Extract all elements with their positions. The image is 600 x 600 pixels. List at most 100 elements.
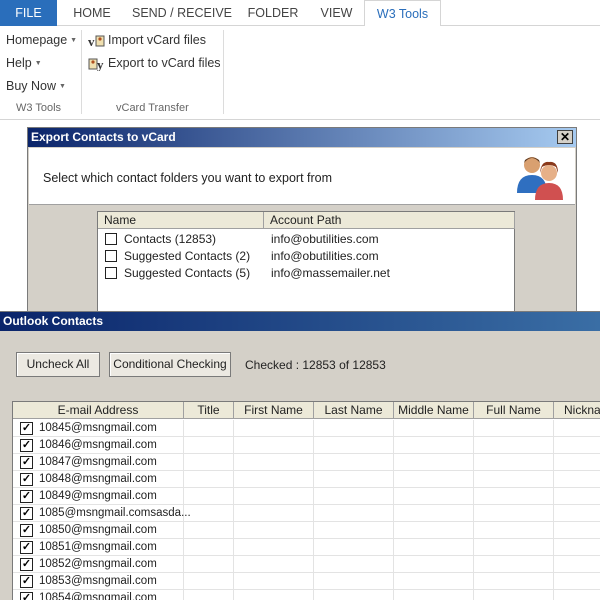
- list-item[interactable]: Suggested Contacts (5) info@massemailer.…: [98, 264, 514, 281]
- row-checkbox[interactable]: ✓: [20, 575, 33, 588]
- tab-send-receive[interactable]: SEND / RECEIVE: [127, 0, 237, 26]
- import-vcard-button[interactable]: v Import vCard files: [88, 33, 206, 49]
- list-item[interactable]: Contacts (12853) info@obutilities.com: [98, 230, 514, 247]
- table-row[interactable]: ✓ 10851@msngmail.com: [13, 539, 600, 556]
- folder-name: Contacts (12853): [124, 232, 217, 246]
- table-cell: [554, 437, 600, 454]
- row-checkbox[interactable]: ✓: [20, 592, 33, 600]
- table-cell: [394, 505, 474, 522]
- contacts-grid: E-mail Address Title First Name Last Nam…: [12, 401, 600, 600]
- column-header-first-name[interactable]: First Name: [234, 402, 314, 419]
- table-cell: [234, 590, 314, 600]
- table-cell: [184, 437, 234, 454]
- vcard-export-icon: y: [88, 57, 105, 72]
- homepage-menu[interactable]: Homepage ▼: [6, 33, 77, 47]
- close-icon[interactable]: ✕: [557, 130, 573, 144]
- column-header-title[interactable]: Title: [184, 402, 234, 419]
- tab-folder[interactable]: FOLDER: [237, 0, 309, 26]
- table-cell: [554, 420, 600, 437]
- table-cell: [554, 539, 600, 556]
- contact-folder-list: Name Account Path Contacts (12853) info@…: [97, 211, 515, 318]
- folder-account: info@obutilities.com: [271, 249, 379, 263]
- table-cell: [474, 420, 554, 437]
- help-menu[interactable]: Help ▼: [6, 56, 42, 70]
- table-cell: [474, 539, 554, 556]
- table-row[interactable]: ✓ 10849@msngmail.com: [13, 488, 600, 505]
- table-cell: [234, 454, 314, 471]
- chevron-down-icon: ▼: [70, 37, 78, 45]
- table-row[interactable]: ✓ 10853@msngmail.com: [13, 573, 600, 590]
- folder-name: Suggested Contacts (2): [124, 249, 251, 263]
- checked-count-status: Checked : 12853 of 12853: [245, 358, 386, 372]
- folder-checkbox[interactable]: [105, 267, 117, 279]
- table-cell: [394, 488, 474, 505]
- export-instruction: Select which contact folders you want to…: [43, 171, 333, 185]
- table-cell: [184, 556, 234, 573]
- row-checkbox[interactable]: ✓: [20, 473, 33, 486]
- column-header-last-name[interactable]: Last Name: [314, 402, 394, 419]
- uncheck-all-button[interactable]: Uncheck All: [16, 352, 100, 377]
- table-cell: [554, 454, 600, 471]
- table-cell: [184, 522, 234, 539]
- table-cell: [314, 454, 394, 471]
- row-checkbox[interactable]: ✓: [20, 541, 33, 554]
- table-row[interactable]: ✓ 10847@msngmail.com: [13, 454, 600, 471]
- group-divider: [223, 30, 224, 114]
- column-header-middle-name[interactable]: Middle Name: [394, 402, 474, 419]
- table-cell: [314, 556, 394, 573]
- table-row[interactable]: ✓ 1085@msngmail.comsasda...: [13, 505, 600, 522]
- vcard-export-icon-text: y: [97, 57, 104, 71]
- column-header-full-name[interactable]: Full Name: [474, 402, 554, 419]
- column-header-account-path[interactable]: Account Path: [264, 212, 515, 229]
- table-cell: [184, 471, 234, 488]
- tab-view[interactable]: VIEW: [309, 0, 364, 26]
- w3-tools-group-label: W3 Tools: [16, 102, 62, 114]
- table-cell: [474, 505, 554, 522]
- table-cell: [234, 539, 314, 556]
- table-row[interactable]: ✓ 10850@msngmail.com: [13, 522, 600, 539]
- table-cell: [474, 522, 554, 539]
- list-item[interactable]: Suggested Contacts (2) info@obutilities.…: [98, 247, 514, 264]
- table-row[interactable]: ✓ 10852@msngmail.com: [13, 556, 600, 573]
- table-cell: [234, 471, 314, 488]
- email-address: 10853@msngmail.com: [39, 575, 157, 587]
- tab-file[interactable]: FILE: [0, 0, 57, 26]
- table-cell: [474, 556, 554, 573]
- table-cell: [394, 522, 474, 539]
- row-checkbox[interactable]: ✓: [20, 524, 33, 537]
- table-row[interactable]: ✓ 10845@msngmail.com: [13, 420, 600, 437]
- table-cell: [234, 556, 314, 573]
- row-checkbox[interactable]: ✓: [20, 439, 33, 452]
- table-cell: [554, 522, 600, 539]
- email-address: 10846@msngmail.com: [39, 439, 157, 451]
- row-checkbox[interactable]: ✓: [20, 490, 33, 503]
- table-cell: [474, 488, 554, 505]
- column-header-name[interactable]: Name: [98, 212, 264, 229]
- table-cell: [234, 437, 314, 454]
- row-checkbox[interactable]: ✓: [20, 456, 33, 469]
- tab-w3-tools[interactable]: W3 Tools: [364, 0, 441, 27]
- row-checkbox[interactable]: ✓: [20, 558, 33, 571]
- export-vcard-button[interactable]: y Export to vCard files: [88, 56, 221, 72]
- table-row[interactable]: ✓ 10854@msngmail.com: [13, 590, 600, 600]
- table-cell: [474, 454, 554, 471]
- table-cell: [234, 505, 314, 522]
- table-row[interactable]: ✓ 10846@msngmail.com: [13, 437, 600, 454]
- column-header-email[interactable]: E-mail Address: [13, 402, 184, 419]
- tab-home[interactable]: HOME: [57, 0, 127, 26]
- contacts-people-icon: [517, 157, 563, 200]
- table-cell: [184, 420, 234, 437]
- folder-checkbox[interactable]: [105, 233, 117, 245]
- table-cell: [314, 573, 394, 590]
- folder-account: info@obutilities.com: [271, 232, 379, 246]
- folder-checkbox[interactable]: [105, 250, 117, 262]
- table-cell: [474, 590, 554, 600]
- table-cell: [394, 437, 474, 454]
- row-checkbox[interactable]: ✓: [20, 422, 33, 435]
- table-row[interactable]: ✓ 10848@msngmail.com: [13, 471, 600, 488]
- table-cell: [554, 573, 600, 590]
- buy-now-menu[interactable]: Buy Now ▼: [6, 79, 66, 93]
- column-header-nickname[interactable]: Nicknam: [554, 402, 600, 419]
- conditional-checking-button[interactable]: Conditional Checking: [109, 352, 231, 377]
- row-checkbox[interactable]: ✓: [20, 507, 33, 520]
